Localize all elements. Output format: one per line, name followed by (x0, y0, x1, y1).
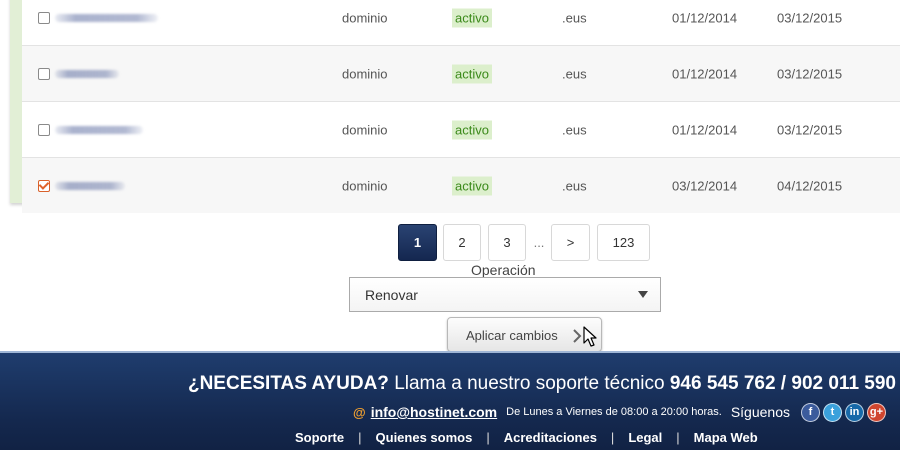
page-button-1[interactable]: 1 (398, 224, 437, 261)
redacted-domain-name (55, 125, 143, 134)
apply-changes-label: Aplicar cambios (466, 328, 558, 343)
page-button-3[interactable]: 3 (488, 224, 526, 261)
dropdown-arrow-icon (638, 291, 648, 298)
footer-link-mapa-web[interactable]: Mapa Web (694, 430, 758, 445)
status-badge: activo (452, 8, 492, 27)
footer-link-legal[interactable]: Legal (628, 430, 662, 445)
follow-us-label: Síguenos (730, 404, 790, 420)
row-extension: .eus (562, 122, 587, 137)
help-middle: Llama a nuestro soporte técnico (388, 373, 670, 394)
operation-selected-value: Renovar (365, 287, 418, 303)
row-type: dominio (342, 10, 388, 25)
row-end-date: 04/12/2015 (777, 178, 843, 193)
footer-links: Soporte | Quienes somos | Acreditaciones… (295, 430, 758, 445)
row-extension: .eus (562, 66, 587, 81)
table-row: dominio activo .eus 01/12/2014 03/12/201… (22, 46, 900, 102)
row-start-date: 03/12/2014 (672, 178, 738, 193)
twitter-icon[interactable]: t (823, 402, 842, 422)
page-button-2[interactable]: 2 (443, 224, 481, 261)
row-start-date: 01/12/2014 (672, 10, 738, 25)
operation-label: Operación (471, 262, 536, 278)
help-banner: ¿NECESITAS AYUDA? Llama a nuestro soport… (188, 373, 896, 395)
linkedin-icon[interactable]: in (845, 402, 864, 422)
row-type: dominio (342, 178, 388, 193)
redacted-domain-name (55, 69, 119, 78)
redacted-domain-name (55, 181, 125, 190)
table-row: dominio activo .eus 01/12/2014 03/12/201… (22, 102, 900, 158)
row-checkbox[interactable] (38, 11, 50, 24)
row-checkbox-checked[interactable] (38, 179, 50, 192)
operation-select[interactable]: Renovar (349, 277, 661, 312)
link-separator: | (610, 430, 615, 445)
site-footer: ¿NECESITAS AYUDA? Llama a nuestro soport… (0, 351, 900, 450)
next-page-button[interactable]: > (551, 224, 590, 261)
redacted-domain-name (55, 13, 158, 22)
apply-changes-button[interactable]: Aplicar cambios (447, 317, 602, 352)
last-page-button[interactable]: 123 (597, 224, 650, 261)
chevron-right-icon (573, 329, 582, 343)
row-checkbox[interactable] (38, 123, 50, 136)
row-start-date: 01/12/2014 (672, 66, 738, 81)
row-checkbox[interactable] (38, 67, 50, 80)
row-end-date: 03/12/2015 (777, 122, 843, 137)
email-link[interactable]: info@hostinet.com (371, 404, 497, 420)
support-phone-2[interactable]: 902 011 590 (791, 373, 896, 394)
pagination-ellipsis: ... (533, 235, 545, 250)
phone-separator: / (775, 373, 792, 394)
footer-link-quienes-somos[interactable]: Quienes somos (376, 430, 473, 445)
link-separator: | (676, 430, 680, 445)
business-hours: De Lunes a Viernes de 08:00 a 20:00 hora… (506, 406, 722, 418)
status-badge: activo (452, 120, 492, 139)
link-separator: | (358, 430, 362, 445)
status-badge: activo (452, 64, 492, 83)
table-row: dominio activo .eus 01/12/2014 03/12/201… (22, 0, 900, 46)
row-type: dominio (342, 122, 388, 137)
domains-table: dominio activo .eus 01/12/2014 03/12/201… (10, 0, 900, 213)
row-extension: .eus (562, 10, 587, 25)
mouse-cursor-icon (583, 326, 597, 347)
footer-link-soporte[interactable]: Soporte (295, 430, 344, 445)
support-phone-1[interactable]: 946 545 762 (670, 373, 776, 394)
row-start-date: 01/12/2014 (672, 122, 738, 137)
google-plus-icon[interactable]: g+ (867, 402, 886, 422)
link-separator: | (486, 430, 490, 445)
email-icon: @ (353, 404, 366, 420)
status-badge: activo (452, 176, 492, 195)
help-prefix: ¿NECESITAS AYUDA? (187, 373, 389, 394)
row-type: dominio (342, 66, 388, 81)
row-extension: .eus (562, 178, 587, 193)
facebook-icon[interactable]: f (801, 402, 820, 422)
contact-line: @ info@hostinet.com De Lunes a Viernes d… (353, 401, 886, 423)
footer-link-acreditaciones[interactable]: Acreditaciones (504, 430, 597, 445)
row-end-date: 03/12/2015 (777, 66, 843, 81)
table-row: dominio activo .eus 03/12/2014 04/12/201… (22, 158, 900, 213)
row-end-date: 03/12/2015 (777, 10, 843, 25)
